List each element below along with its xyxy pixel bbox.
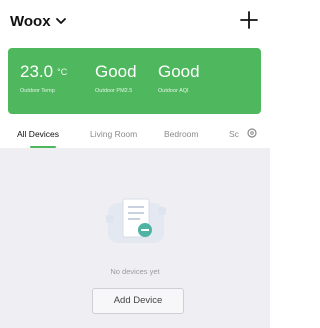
outdoor-pm25-label: Outdoor PM2.5 — [95, 88, 133, 94]
temp-unit: °C — [57, 67, 68, 77]
room-tabs: All Devices Living Room Bedroom Sc — [0, 122, 270, 148]
device-list-area: No devices yet Add Device — [0, 148, 270, 328]
outdoor-temp-metric: 23.0 °C Outdoor Temp — [20, 62, 67, 94]
weather-card[interactable]: 23.0 °C Outdoor Temp Good Outdoor PM2.5 G… — [8, 48, 261, 114]
outdoor-temp-label: Outdoor Temp — [20, 88, 55, 94]
home-name: Woox — [10, 13, 51, 30]
empty-state-text: No devices yet — [110, 267, 160, 276]
add-plus-icon[interactable] — [238, 9, 260, 31]
outdoor-aqi-label: Outdoor AQI — [158, 88, 189, 94]
outdoor-temp-value: 23.0 — [20, 62, 54, 81]
tab-bedroom[interactable]: Bedroom — [164, 129, 199, 139]
chevron-down-icon — [55, 18, 66, 24]
tab-all-devices[interactable]: All Devices — [17, 129, 59, 139]
empty-devices-illustration-icon — [106, 198, 166, 243]
outdoor-pm25-metric: Good Outdoor PM2.5 — [95, 62, 137, 94]
tab-scene-truncated[interactable]: Sc — [229, 129, 239, 139]
gear-icon[interactable] — [246, 127, 258, 139]
outdoor-pm25-value: Good — [95, 62, 137, 81]
top-bar: Woox — [0, 0, 270, 44]
tab-living-room[interactable]: Living Room — [90, 129, 137, 139]
outdoor-aqi-value: Good — [158, 62, 200, 81]
outdoor-aqi-metric: Good Outdoor AQI — [158, 62, 200, 94]
add-device-button[interactable]: Add Device — [92, 288, 184, 314]
home-selector[interactable]: Woox — [10, 13, 66, 30]
